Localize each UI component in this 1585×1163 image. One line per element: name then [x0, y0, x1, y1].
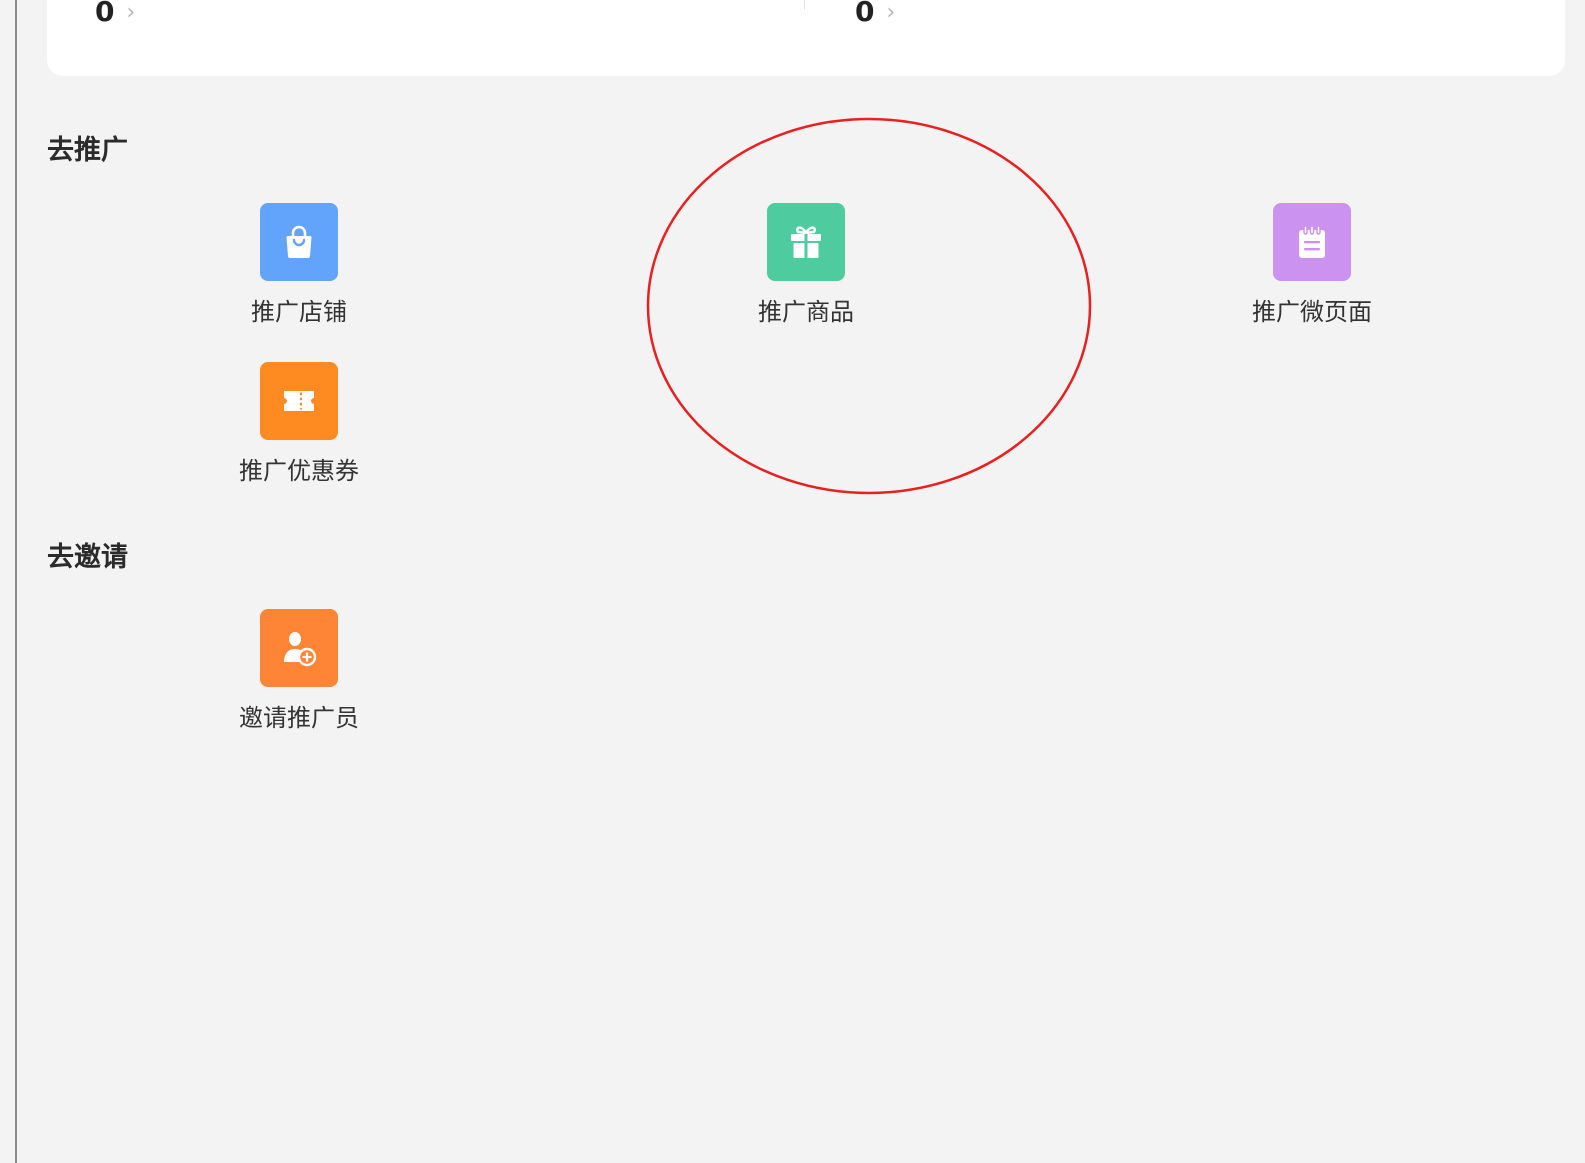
divider: [804, 0, 805, 10]
tile-label: 推广优惠券: [239, 457, 359, 485]
section-title-invite: 去邀请: [47, 542, 128, 573]
notepad-icon: [1273, 203, 1351, 281]
add-user-icon: [260, 609, 338, 687]
page: 0 › 0 › 去推广 推广店铺 推广商品 推广微页面 推广优惠券 去邀请 邀请…: [0, 0, 1585, 1163]
stats-card: 0 › 0 ›: [47, 0, 1565, 76]
window-edge: [15, 0, 17, 1163]
chevron-right-icon: ›: [126, 0, 136, 25]
ticket-icon: [260, 362, 338, 440]
shopping-bag-icon: [260, 203, 338, 281]
promote-coupon-button[interactable]: 推广优惠券: [179, 362, 419, 486]
tile-label: 推广商品: [758, 298, 854, 326]
stat-item-1[interactable]: 0 ›: [95, 0, 135, 26]
stat-value: 0: [855, 0, 875, 28]
stat-item-2[interactable]: 0 ›: [855, 0, 895, 26]
gift-icon: [767, 203, 845, 281]
promote-shop-button[interactable]: 推广店铺: [179, 203, 419, 327]
promote-goods-button[interactable]: 推广商品: [686, 203, 926, 327]
section-title-promote: 去推广: [47, 135, 128, 166]
invite-promoter-button[interactable]: 邀请推广员: [179, 609, 419, 733]
stat-value: 0: [95, 0, 115, 28]
chevron-right-icon: ›: [886, 0, 896, 25]
tile-label: 邀请推广员: [239, 704, 359, 732]
promote-micro-page-button[interactable]: 推广微页面: [1192, 203, 1432, 327]
tile-label: 推广店铺: [251, 298, 347, 326]
tile-label: 推广微页面: [1252, 298, 1372, 326]
annotation-circle: [646, 117, 1092, 495]
